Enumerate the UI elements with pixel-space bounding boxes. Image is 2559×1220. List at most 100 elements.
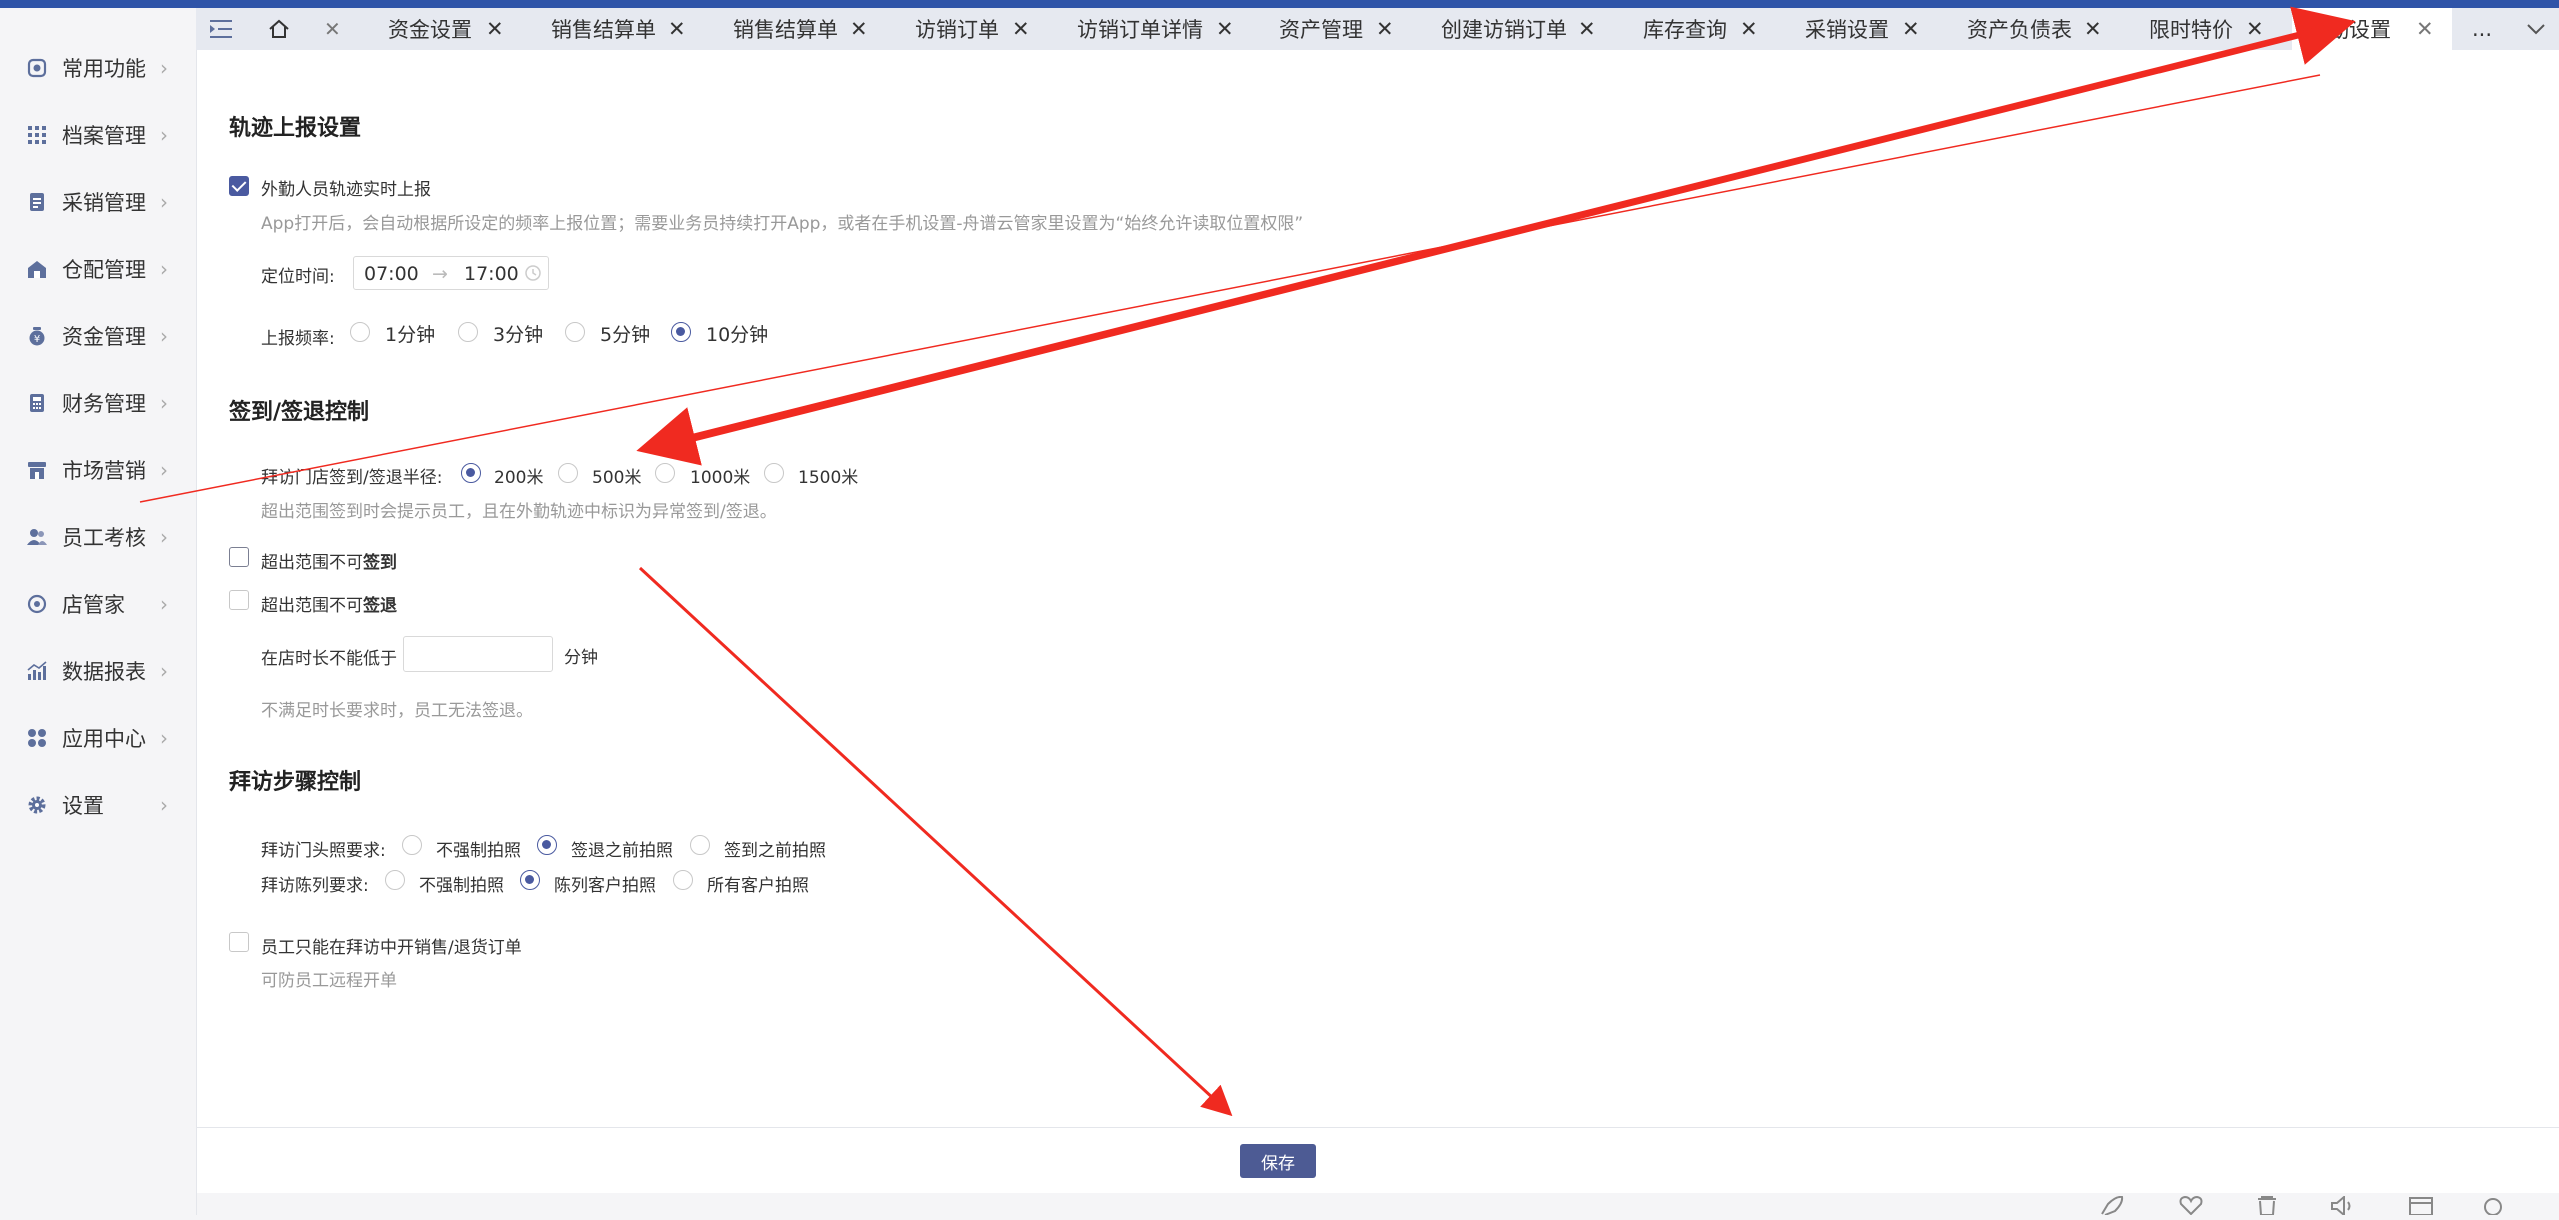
home-icon[interactable] (268, 8, 298, 50)
sidebar-item-finance[interactable]: 财务管理 › (0, 379, 196, 427)
tab-close-icon[interactable]: ✕ (1740, 8, 1758, 50)
no-checkout-label: 超出范围不可签退 (261, 596, 397, 616)
tab-close-icon[interactable]: ✕ (1578, 8, 1596, 50)
tab-create-visit-order[interactable]: 创建访销订单 (1441, 8, 1567, 50)
chevron-down-icon[interactable] (2526, 8, 2546, 50)
tab-balance-sheet[interactable]: 资产负债表 (1967, 8, 2072, 50)
tab-close-icon[interactable]: ✕ (486, 8, 504, 50)
sidebar-item-store[interactable]: 店管家 › (0, 580, 196, 628)
tab-label: 访销订单详情 (1077, 18, 1203, 42)
sidebar-item-apps[interactable]: 应用中心 › (0, 714, 196, 762)
tab-close-icon[interactable]: ✕ (2246, 8, 2264, 50)
tab-close-icon[interactable]: ✕ (668, 8, 686, 50)
tab-close-icon[interactable]: ✕ (1902, 8, 1920, 50)
gear-icon (26, 794, 48, 816)
sidebar-item-marketing[interactable]: 市场营销 › (0, 446, 196, 494)
tab-close-icon[interactable]: ✕ (1012, 8, 1030, 50)
sidebar-item-common[interactable]: 常用功能 › (0, 44, 196, 92)
no-checkout-out-of-range-checkbox[interactable] (229, 590, 249, 610)
tabs-more-button[interactable]: ... (2472, 8, 2492, 50)
tab-attendance-settings[interactable]: 勤设置 ✕ (2292, 8, 2452, 50)
collapse-menu-icon[interactable] (210, 8, 240, 50)
chevron-right-icon: › (160, 190, 168, 214)
sidebar-item-purchase[interactable]: 采销管理 › (0, 178, 196, 226)
chevron-right-icon: › (160, 458, 168, 482)
tab-close-icon[interactable]: ✕ (2084, 8, 2102, 50)
radius-radio-200[interactable] (461, 463, 481, 483)
tab-sales-settlement[interactable]: 销售结算单 (551, 8, 656, 50)
tab-close-icon[interactable]: ✕ (2416, 17, 2434, 41)
chevron-right-icon: › (160, 123, 168, 147)
display-option-label: 不强制拍照 (419, 876, 504, 896)
tab-close-icon[interactable]: ✕ (1216, 8, 1234, 50)
tab-asset-management[interactable]: 资产管理 (1279, 8, 1363, 50)
more-label: ... (2472, 17, 2493, 41)
door-photo-radio-before-checkin[interactable] (690, 835, 710, 855)
radius-option-label: 500米 (592, 468, 642, 488)
locate-time-range-picker[interactable]: 07:00 → 17:00 (353, 256, 549, 290)
sidebar-item-label: 市场营销 (62, 459, 146, 483)
min-duration-input[interactable] (403, 636, 553, 672)
radius-radio-1500[interactable] (764, 463, 784, 483)
tab-funds-settings[interactable]: 资金设置 (388, 8, 472, 50)
tab-label: 资金设置 (388, 18, 472, 42)
freq-radio-10min[interactable] (671, 322, 691, 342)
chevron-right-icon: › (160, 391, 168, 415)
no-checkin-out-of-range-checkbox[interactable] (229, 547, 249, 567)
section-title-visit-steps: 拜访步骤控制 (229, 770, 362, 795)
sidebar-item-warehouse[interactable]: 仓配管理 › (0, 245, 196, 293)
arrow-right-icon: → (432, 263, 448, 285)
tab-purchase-settings[interactable]: 采销设置 (1805, 8, 1889, 50)
apps-icon (26, 727, 48, 749)
tab-visit-orders[interactable]: 访销订单 (915, 8, 999, 50)
tab-label: 资产负债表 (1967, 18, 2072, 42)
door-photo-radio-before-checkout[interactable] (537, 835, 557, 855)
door-photo-radio-none[interactable] (402, 835, 422, 855)
sidebar-item-label: 应用中心 (62, 727, 146, 751)
radius-radio-1000[interactable] (655, 463, 675, 483)
trash-icon[interactable] (2255, 1196, 2279, 1220)
window-icon[interactable] (2408, 1196, 2434, 1220)
sidebar-item-report[interactable]: 数据报表 › (0, 647, 196, 695)
sidebar-item-funds[interactable]: ¥ 资金管理 › (0, 312, 196, 360)
rocket-icon[interactable] (2098, 1195, 2124, 1220)
purchase-icon (26, 191, 48, 213)
save-button[interactable]: 保存 (1240, 1144, 1316, 1178)
tab-close-icon[interactable]: ✕ (850, 8, 868, 50)
chevron-right-icon: › (160, 659, 168, 683)
tab-label: 勤设置 (2328, 18, 2391, 42)
freq-option-label: 1分钟 (385, 324, 436, 346)
sidebar-item-staff[interactable]: 员工考核 › (0, 513, 196, 561)
tab-flash-sale[interactable]: 限时特价 (2149, 8, 2233, 50)
sidebar-item-label: 常用功能 (62, 57, 146, 81)
tab-visit-order-detail[interactable]: 访销订单详情 (1077, 8, 1203, 50)
section-title-track: 轨迹上报设置 (229, 116, 362, 141)
search-icon[interactable] (2482, 1196, 2508, 1220)
tab-sales-settlement-2[interactable]: 销售结算单 (733, 8, 838, 50)
freq-radio-3min[interactable] (458, 322, 478, 342)
min-duration-label: 在店时长不能低于 (261, 649, 397, 669)
freq-radio-1min[interactable] (350, 322, 370, 342)
freq-radio-5min[interactable] (565, 322, 585, 342)
close-home-tab-icon[interactable]: ✕ (324, 17, 341, 41)
tab-label: 资产管理 (1279, 18, 1363, 42)
section-title-checkin: 签到/签退控制 (229, 400, 370, 425)
sidebar-item-label: 数据报表 (62, 660, 146, 684)
display-option-label: 所有客户拍照 (707, 876, 809, 896)
archive-icon (26, 124, 48, 146)
order-only-in-visit-checkbox[interactable] (229, 932, 249, 952)
radius-radio-500[interactable] (558, 463, 578, 483)
display-radio-all-customers[interactable] (673, 870, 693, 890)
tab-close-icon[interactable]: ✕ (1376, 8, 1394, 50)
sidebar-item-label: 设置 (62, 794, 104, 818)
sidebar-item-archive[interactable]: 档案管理 › (0, 111, 196, 159)
sidebar-item-settings[interactable]: 设置 › (0, 781, 196, 829)
display-radio-none[interactable] (385, 870, 405, 890)
door-photo-option-label: 签到之前拍照 (724, 841, 826, 861)
realtime-track-label: 外勤人员轨迹实时上报 (261, 180, 431, 200)
display-radio-display-customers[interactable] (520, 870, 540, 890)
speaker-icon[interactable] (2330, 1194, 2356, 1220)
realtime-track-checkbox[interactable] (229, 176, 249, 196)
tab-inventory-query[interactable]: 库存查询 (1643, 8, 1727, 50)
heart-icon[interactable] (2178, 1195, 2204, 1220)
